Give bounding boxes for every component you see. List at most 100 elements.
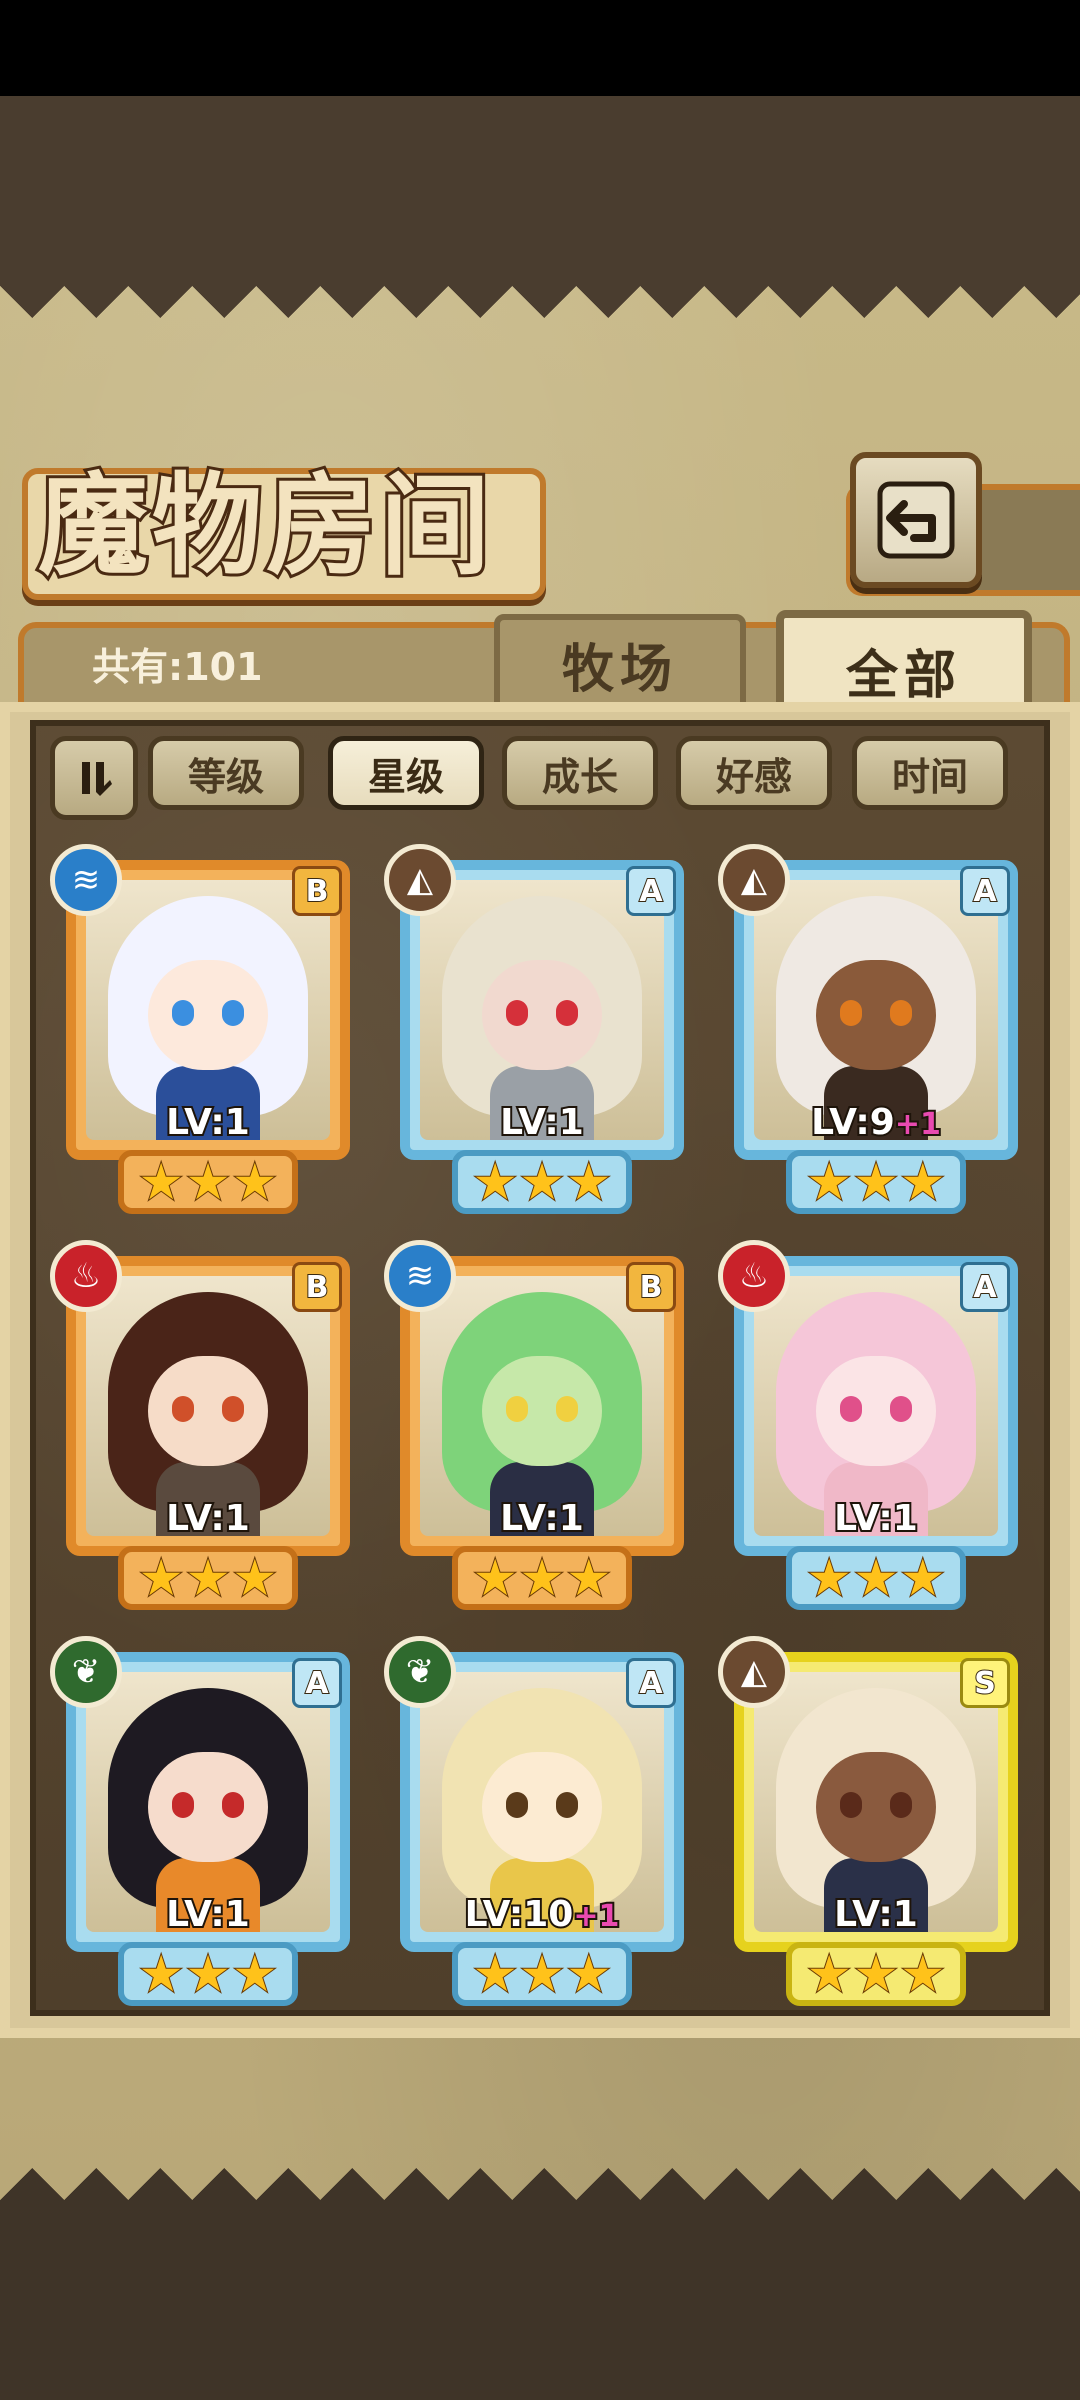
sort-by-time-button[interactable]: 时间 bbox=[852, 736, 1008, 810]
grass-element-icon: ❦ bbox=[50, 1636, 122, 1708]
grass-element-icon: ❦ bbox=[384, 1636, 456, 1708]
star-icon: ★ bbox=[806, 1549, 853, 1607]
back-arrow-icon bbox=[877, 481, 955, 559]
star-icon: ★ bbox=[853, 1153, 900, 1211]
monster-card[interactable]: B ≋ LV:1 ★ ★ ★ bbox=[384, 1240, 694, 1610]
sort-by-growth-button[interactable]: 成长 bbox=[502, 736, 658, 810]
torn-edge-bottom bbox=[0, 2136, 1080, 2200]
sort-by-affection-button[interactable]: 好感 bbox=[676, 736, 832, 810]
star-icon: ★ bbox=[231, 1549, 278, 1607]
star-icon: ★ bbox=[519, 1945, 566, 2003]
star-rating: ★ ★ ★ bbox=[786, 1150, 966, 1214]
monster-portrait bbox=[86, 880, 330, 1140]
fire-element-icon: ♨ bbox=[50, 1240, 122, 1312]
map-strip-top bbox=[0, 96, 1080, 286]
monster-card[interactable]: A ❦ LV:10+1 ★ ★ ★ bbox=[384, 1636, 694, 2006]
star-icon: ★ bbox=[899, 1945, 946, 2003]
star-rating: ★ ★ ★ bbox=[452, 1150, 632, 1214]
monster-portrait bbox=[754, 1276, 998, 1536]
rank-badge: A bbox=[960, 866, 1010, 916]
sort-order-icon bbox=[82, 762, 112, 796]
level-bonus: +1 bbox=[571, 1897, 621, 1936]
rank-badge: B bbox=[292, 1262, 342, 1312]
star-icon: ★ bbox=[138, 1945, 185, 2003]
level-label: LV:1 bbox=[164, 1100, 252, 1145]
tab-farm[interactable]: 牧场 bbox=[494, 614, 746, 714]
water-element-icon: ≋ bbox=[50, 844, 122, 916]
monster-portrait bbox=[86, 1672, 330, 1932]
star-rating: ★ ★ ★ bbox=[118, 1942, 298, 2006]
earth-element-icon: ◭ bbox=[718, 844, 790, 916]
earth-element-icon: ◭ bbox=[384, 844, 456, 916]
level-label: LV:1 bbox=[164, 1892, 252, 1937]
star-rating: ★ ★ ★ bbox=[786, 1546, 966, 1610]
star-icon: ★ bbox=[185, 1945, 232, 2003]
monster-card[interactable]: A ❦ LV:1 ★ ★ ★ bbox=[50, 1636, 360, 2006]
rank-badge: A bbox=[626, 1658, 676, 1708]
star-icon: ★ bbox=[185, 1549, 232, 1607]
monster-card[interactable]: B ♨ LV:1 ★ ★ ★ bbox=[50, 1240, 360, 1610]
monster-card[interactable]: A ◭ LV:9+1 ★ ★ ★ bbox=[718, 844, 1028, 1214]
star-icon: ★ bbox=[231, 1945, 278, 2003]
total-count: 共有:101 bbox=[92, 645, 263, 689]
star-rating: ★ ★ ★ bbox=[118, 1546, 298, 1610]
star-icon: ★ bbox=[806, 1153, 853, 1211]
star-icon: ★ bbox=[472, 1945, 519, 2003]
star-icon: ★ bbox=[565, 1153, 612, 1211]
rank-badge: S bbox=[960, 1658, 1010, 1708]
star-icon: ★ bbox=[185, 1153, 232, 1211]
monster-portrait bbox=[754, 880, 998, 1140]
level-label: LV:1 bbox=[498, 1496, 586, 1541]
star-rating: ★ ★ ★ bbox=[118, 1150, 298, 1214]
star-rating: ★ ★ ★ bbox=[452, 1942, 632, 2006]
star-icon: ★ bbox=[853, 1549, 900, 1607]
monster-card[interactable]: A ◭ LV:1 ★ ★ ★ bbox=[384, 844, 694, 1214]
map-strip-bottom bbox=[0, 2200, 1080, 2400]
level-label: LV:1 bbox=[832, 1496, 920, 1541]
monster-portrait bbox=[754, 1672, 998, 1932]
star-rating: ★ ★ ★ bbox=[452, 1546, 632, 1610]
level-label: LV:10+1 bbox=[463, 1892, 622, 1937]
rank-badge: B bbox=[292, 866, 342, 916]
star-icon: ★ bbox=[565, 1549, 612, 1607]
level-label: LV:1 bbox=[164, 1496, 252, 1541]
sort-by-level-button[interactable]: 等级 bbox=[148, 736, 304, 810]
star-icon: ★ bbox=[138, 1153, 185, 1211]
rank-badge: A bbox=[960, 1262, 1010, 1312]
star-icon: ★ bbox=[565, 1945, 612, 2003]
star-icon: ★ bbox=[899, 1549, 946, 1607]
earth-element-icon: ◭ bbox=[718, 1636, 790, 1708]
rank-badge: A bbox=[292, 1658, 342, 1708]
back-button[interactable] bbox=[850, 452, 982, 588]
star-icon: ★ bbox=[231, 1153, 278, 1211]
rank-badge: B bbox=[626, 1262, 676, 1312]
level-label: LV:1 bbox=[832, 1892, 920, 1937]
fire-element-icon: ♨ bbox=[718, 1240, 790, 1312]
monster-portrait bbox=[420, 880, 664, 1140]
star-icon: ★ bbox=[519, 1153, 566, 1211]
status-bar bbox=[0, 0, 1080, 96]
monster-portrait bbox=[86, 1276, 330, 1536]
rank-badge: A bbox=[626, 866, 676, 916]
star-icon: ★ bbox=[138, 1549, 185, 1607]
water-element-icon: ≋ bbox=[384, 1240, 456, 1312]
star-icon: ★ bbox=[806, 1945, 853, 2003]
star-icon: ★ bbox=[472, 1549, 519, 1607]
level-bonus: +1 bbox=[893, 1105, 943, 1144]
star-icon: ★ bbox=[899, 1153, 946, 1211]
star-icon: ★ bbox=[519, 1549, 566, 1607]
page-title: 魔物房间 bbox=[35, 458, 494, 593]
level-label: LV:1 bbox=[498, 1100, 586, 1145]
monster-portrait bbox=[420, 1276, 664, 1536]
monster-portrait bbox=[420, 1672, 664, 1932]
star-rating: ★ ★ ★ bbox=[786, 1942, 966, 2006]
sort-order-toggle[interactable] bbox=[50, 736, 138, 820]
star-icon: ★ bbox=[472, 1153, 519, 1211]
monster-card[interactable]: S ◭ LV:1 ★ ★ ★ bbox=[718, 1636, 1028, 2006]
monster-card[interactable]: B ≋ LV:1 ★ ★ ★ bbox=[50, 844, 360, 1214]
star-icon: ★ bbox=[853, 1945, 900, 2003]
torn-edge-top bbox=[0, 286, 1080, 350]
level-label: LV:9+1 bbox=[809, 1100, 943, 1145]
monster-card[interactable]: A ♨ LV:1 ★ ★ ★ bbox=[718, 1240, 1028, 1610]
sort-by-star-button[interactable]: 星级 bbox=[328, 736, 484, 810]
